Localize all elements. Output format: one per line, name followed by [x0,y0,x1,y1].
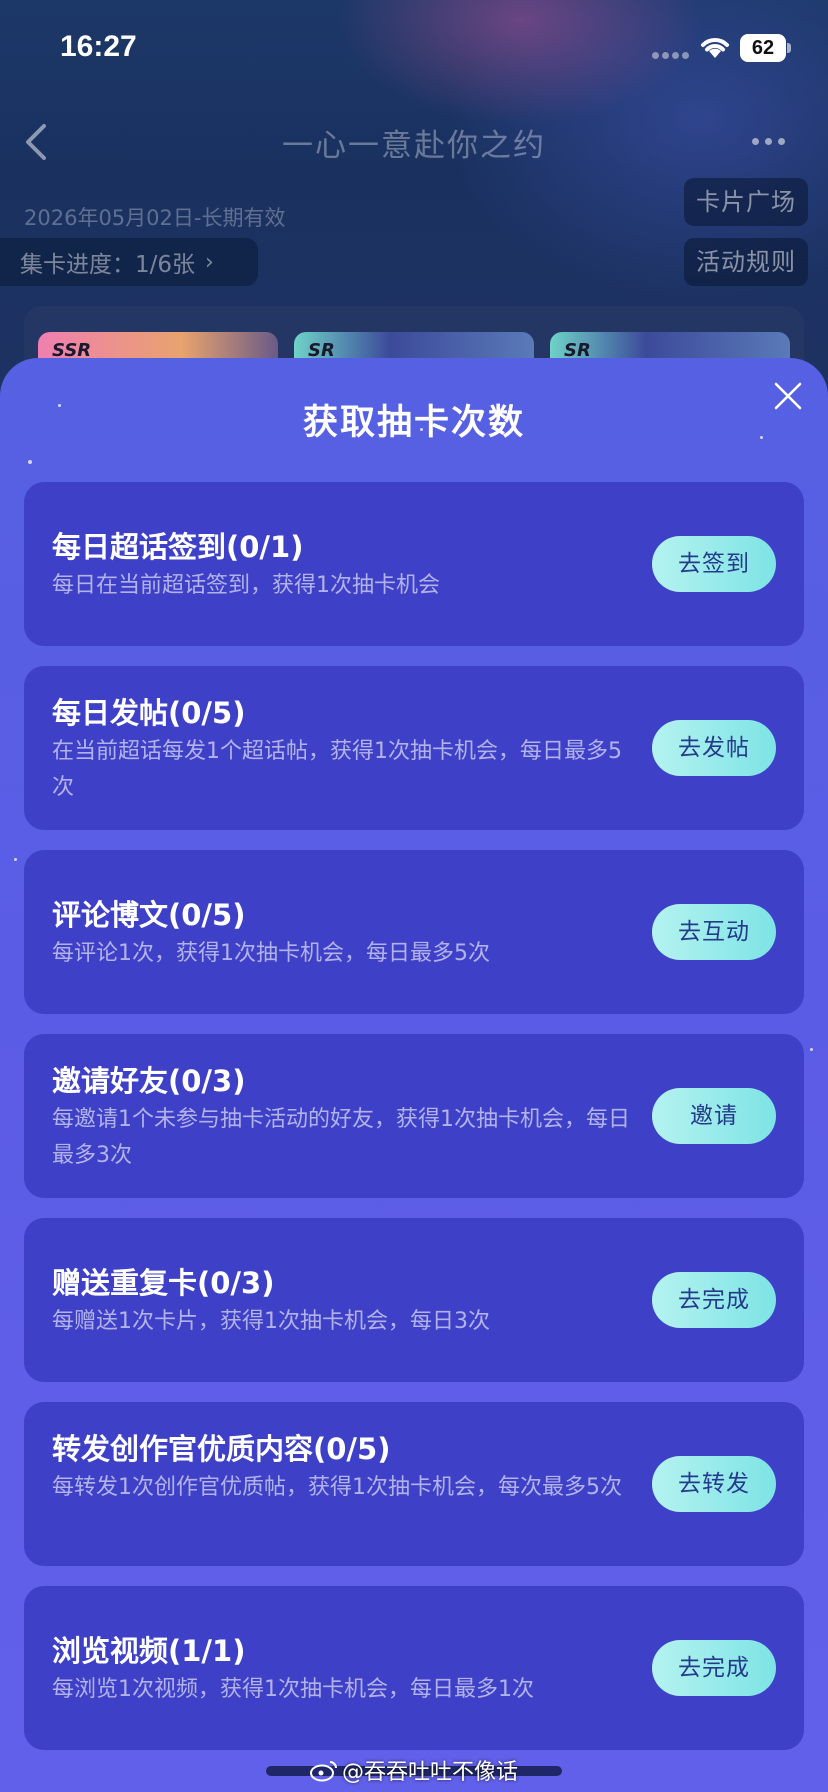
page-title: 一心一意赴你之约 [282,128,546,164]
task-name: 邀请好友(0/3) [52,1064,246,1098]
task-name: 赠送重复卡(0/3) [52,1266,275,1300]
sign-in-button[interactable]: 去签到 [652,536,776,592]
task-description: 每邀请1个未参与抽卡活动的好友，获得1次抽卡机会，每日最多3次 [52,1107,630,1168]
complete-button[interactable]: 去完成 [652,1640,776,1696]
task-name: 评论博文(0/5) [52,898,246,932]
task-description: 每赠送1次卡片，获得1次抽卡机会，每日3次 [52,1309,490,1334]
cellular-signal-icon [652,52,690,60]
battery-level: 62 [740,34,786,62]
collect-progress-button[interactable]: 集卡进度：1/6张 › [0,238,258,286]
watermark: @吞吞吐吐不像话 [310,1754,518,1786]
task-item: 评论博文(0/5) 每评论1次，获得1次抽卡机会，每日最多5次 去互动 [24,850,804,1014]
interact-button[interactable]: 去互动 [652,904,776,960]
task-item: 每日超话签到(0/1) 每日在当前超话签到，获得1次抽卡机会 去签到 [24,482,804,646]
task-description: 在当前超话每发1个超话帖，获得1次抽卡机会，每日最多5次 [52,739,622,800]
task-name: 转发创作官优质内容(0/5) [52,1432,391,1466]
task-item: 转发创作官优质内容(0/5) 每转发1次创作官优质帖，获得1次抽卡机会，每次最多… [24,1402,804,1566]
status-time: 16:27 [60,30,137,63]
date-range: 2026年05月02日-长期有效 [24,206,286,230]
post-button[interactable]: 去发帖 [652,720,776,776]
chevron-right-icon: › [205,249,214,275]
task-item: 赠送重复卡(0/3) 每赠送1次卡片，获得1次抽卡机会，每日3次 去完成 [24,1218,804,1382]
draw-chances-sheet: 获取抽卡次数 每日超话签到(0/1) 每日在当前超话签到，获得1次抽卡机会 去签… [0,358,828,1792]
task-name: 每日发帖(0/5) [52,696,246,730]
watermark-text: @吞吞吐吐不像话 [342,1760,519,1785]
invite-button[interactable]: 邀请 [652,1088,776,1144]
collect-progress-label: 集卡进度：1/6张 [20,252,196,278]
activity-rules-button[interactable]: 活动规则 [684,238,808,286]
card-square-button[interactable]: 卡片广场 [684,178,808,226]
task-description: 每浏览1次视频，获得1次抽卡机会，每日最多1次 [52,1677,534,1702]
status-bar: 16:27 62 [0,0,828,100]
task-item: 每日发帖(0/5) 在当前超话每发1个超话帖，获得1次抽卡机会，每日最多5次 去… [24,666,804,830]
task-description: 每转发1次创作官优质帖，获得1次抽卡机会，每次最多5次 [52,1475,622,1500]
weibo-logo-icon [310,1761,337,1782]
task-item: 邀请好友(0/3) 每邀请1个未参与抽卡活动的好友，获得1次抽卡机会，每日最多3… [24,1034,804,1198]
task-description: 每日在当前超话签到，获得1次抽卡机会 [52,573,440,598]
sheet-title: 获取抽卡次数 [302,403,525,443]
repost-button[interactable]: 去转发 [652,1456,776,1512]
more-options-icon[interactable] [752,126,802,156]
task-name: 浏览视频(1/1) [52,1634,246,1668]
task-name: 每日超话签到(0/1) [52,530,304,564]
battery-icon: 62 [740,34,792,62]
wifi-icon [701,38,729,58]
task-description: 每评论1次，获得1次抽卡机会，每日最多5次 [52,941,490,966]
task-item: 浏览视频(1/1) 每浏览1次视频，获得1次抽卡机会，每日最多1次 去完成 [24,1586,804,1750]
complete-button[interactable]: 去完成 [652,1272,776,1328]
